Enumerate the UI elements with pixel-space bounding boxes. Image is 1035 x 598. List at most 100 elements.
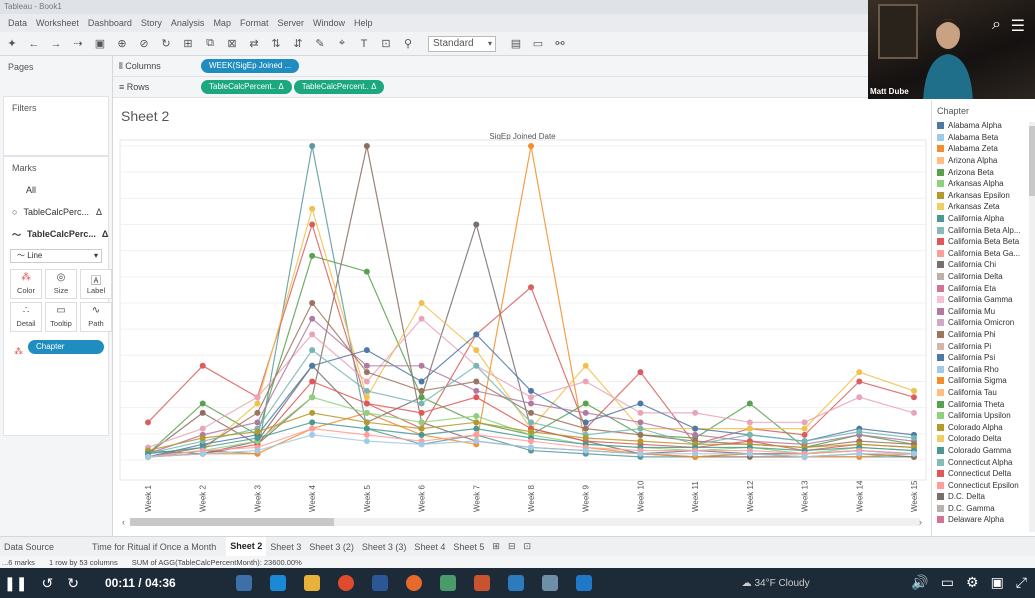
filters-card[interactable]: Filters [3, 96, 109, 156]
swap-icon[interactable]: ⇄ [246, 37, 262, 50]
legend-item[interactable]: California Beta Ga... [932, 248, 1035, 260]
legend-item[interactable]: Colorado Delta [932, 433, 1035, 445]
columns-pill[interactable]: WEEK(SigEp Joined ... [201, 59, 300, 73]
rows-pill-1[interactable]: TableCalcPercent.. Δ [201, 80, 292, 94]
legend-item[interactable]: Alabama Alpha [932, 120, 1035, 132]
app-icon[interactable] [575, 575, 592, 591]
rows-pill-2[interactable]: TableCalcPercent.. Δ [293, 80, 385, 94]
tab-sheet-3[interactable]: Sheet 3 [266, 542, 305, 552]
redo-icon[interactable]: ⇢ [70, 37, 86, 50]
menu-help[interactable]: Help [354, 18, 373, 28]
tab-sheet-2[interactable]: Sheet 2 [226, 537, 267, 556]
legend-item[interactable]: D.C. Delta [932, 491, 1035, 503]
volume-icon[interactable]: 🔊 [911, 574, 928, 591]
legend-item[interactable]: California Phi [932, 329, 1035, 341]
tooltip-button[interactable]: ▭ Tooltip [45, 302, 77, 332]
sort-descending-icon[interactable]: ⇵ [290, 37, 306, 50]
color-button[interactable]: ⁂ Color [10, 269, 42, 299]
legend-item[interactable]: California Alpha [932, 213, 1035, 225]
legend-item[interactable]: Connecticut Epsilon [932, 479, 1035, 491]
pause-updates-icon[interactable]: ⊘ [136, 37, 152, 50]
legend-item[interactable]: Connecticut Alpha [932, 456, 1035, 468]
menu-format[interactable]: Format [240, 18, 269, 28]
new-story-tab-icon[interactable]: ⊡ [520, 541, 536, 552]
legend-item[interactable]: D.C. Gamma [932, 503, 1035, 515]
legend-item[interactable]: California Psi [932, 352, 1035, 364]
legend-item[interactable]: Alabama Beta [932, 132, 1035, 144]
legend-item[interactable]: Colorado Alpha [932, 421, 1035, 433]
legend-scrollbar[interactable] [1029, 122, 1035, 532]
legend-item[interactable]: Connecticut Delta [932, 468, 1035, 480]
group-icon[interactable]: ⌖ [334, 37, 350, 50]
sort-ascending-icon[interactable]: ⇅ [268, 37, 284, 50]
marks-all[interactable]: All [4, 179, 108, 201]
legend-item[interactable]: Alabama Zeta [932, 143, 1035, 155]
settings-icon[interactable]: ⚙ [966, 574, 979, 591]
rewind-10-icon[interactable]: ↺ [41, 575, 53, 592]
legend-item[interactable]: Arkansas Zeta [932, 201, 1035, 213]
legend-item[interactable]: California Rho [932, 363, 1035, 375]
fullscreen-icon[interactable]: ⤢ [1016, 574, 1027, 591]
legend-item[interactable]: California Mu [932, 306, 1035, 318]
tab-sheet-5[interactable]: Sheet 5 [449, 542, 488, 552]
word-icon[interactable] [371, 575, 388, 591]
forward-icon[interactable]: → [48, 38, 64, 50]
label-button[interactable]: 🄰 Label [80, 269, 112, 299]
tableau-icon[interactable]: ✦ [4, 37, 20, 50]
menu-window[interactable]: Window [313, 18, 345, 28]
legend-item[interactable]: California Pi [932, 340, 1035, 352]
path-button[interactable]: ∿ Path [80, 302, 112, 332]
menu-data[interactable]: Data [8, 18, 27, 28]
legend-item[interactable]: California Beta Alp... [932, 224, 1035, 236]
legend-item[interactable]: Arkansas Epsilon [932, 190, 1035, 202]
detail-button[interactable]: ∴ Detail [10, 302, 42, 332]
task-view-icon[interactable] [235, 575, 252, 591]
legend-item[interactable]: Colorado Gamma [932, 445, 1035, 457]
tab-data-source[interactable]: Data Source [0, 542, 58, 552]
size-button[interactable]: ◎ Size [45, 269, 77, 299]
legend-item[interactable]: California Gamma [932, 294, 1035, 306]
legend-item[interactable]: California Tau [932, 387, 1035, 399]
legend-item[interactable]: California Delta [932, 271, 1035, 283]
firefox-icon[interactable] [405, 575, 422, 591]
chapter-pill[interactable]: Chapter [28, 340, 104, 354]
highlight-icon[interactable]: ✎ [312, 37, 328, 50]
legend-item[interactable]: California Omicron [932, 317, 1035, 329]
mark-type-dropdown[interactable]: 〜 Line [10, 249, 102, 263]
fix-axes-icon[interactable]: ⊡ [378, 37, 394, 50]
chrome-icon[interactable] [337, 575, 354, 591]
captions-icon[interactable]: ▭ [941, 574, 954, 591]
new-worksheet-tab-icon[interactable]: ⊞ [488, 541, 504, 552]
pause-icon[interactable]: ❚❚ [4, 575, 27, 592]
line-chart[interactable]: Week 1 Week 2 Week 3 Week 4 Week 5 Week 6 Week… [114, 100, 931, 536]
legend-item[interactable]: Delaware Alpha [932, 514, 1035, 526]
share-icon[interactable]: ⚯ [552, 37, 568, 50]
tab-sheet-3-2[interactable]: Sheet 3 (2) [305, 542, 358, 552]
legend-item[interactable]: California Chi [932, 259, 1035, 271]
tab-sheet-3-3[interactable]: Sheet 3 (3) [358, 542, 411, 552]
tab-ritual[interactable]: Time for Ritual if Once a Month [88, 542, 220, 552]
new-dashboard-tab-icon[interactable]: ⊟ [504, 541, 520, 552]
new-datasource-icon[interactable]: ⊕ [114, 37, 130, 50]
menu-map[interactable]: Map [213, 18, 231, 28]
legend-item[interactable]: California Upsilon [932, 410, 1035, 422]
clear-sheet-icon[interactable]: ⊠ [224, 37, 240, 50]
tableau-taskbar-icon[interactable] [541, 575, 558, 591]
menu-worksheet[interactable]: Worksheet [36, 18, 79, 28]
labels-icon[interactable]: T [356, 38, 372, 50]
refresh-icon[interactable]: ↻ [158, 37, 174, 50]
menu-analysis[interactable]: Analysis [171, 18, 205, 28]
legend-item[interactable]: California Theta [932, 398, 1035, 410]
legend-item[interactable]: Arkansas Alpha [932, 178, 1035, 190]
menu-icon[interactable]: ☰ [1011, 16, 1025, 36]
marks-item-2[interactable]: 〜 TableCalcPerc... Δ [4, 223, 108, 245]
new-worksheet-icon[interactable]: ⊞ [180, 37, 196, 50]
marks-item-1[interactable]: ○ TableCalcPerc... Δ [4, 201, 108, 223]
back-icon[interactable]: ← [26, 38, 42, 50]
miniplayer-icon[interactable]: ▣ [991, 574, 1004, 591]
show-cards-icon[interactable]: ▤ [508, 37, 524, 50]
search-icon[interactable]: ⌕ [992, 16, 1001, 34]
save-icon[interactable]: ▣ [92, 37, 108, 50]
legend-item[interactable]: California Beta Beta [932, 236, 1035, 248]
edge-icon[interactable] [269, 575, 286, 591]
